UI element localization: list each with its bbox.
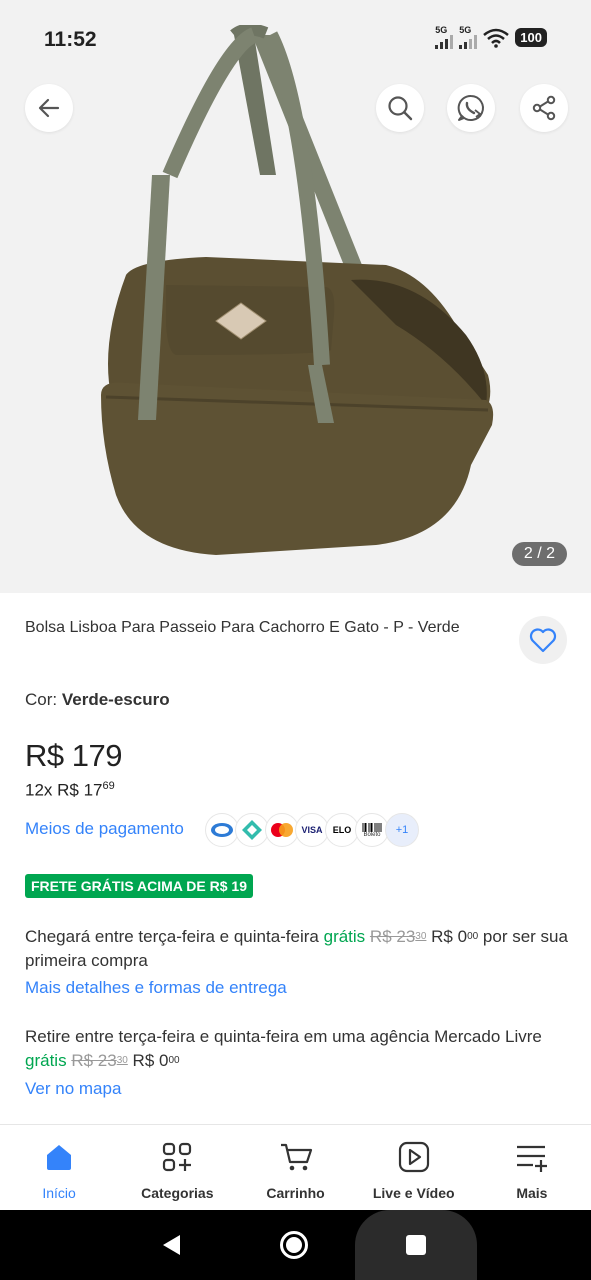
menu-plus-icon <box>514 1139 550 1175</box>
product-page: 11:52 5G 5G 100 2 / 2 Bolsa Lisboa Para … <box>0 0 591 1280</box>
cart-icon <box>278 1139 314 1175</box>
search-button[interactable] <box>376 84 424 132</box>
share-button[interactable] <box>520 84 568 132</box>
heart-icon <box>529 628 557 653</box>
map-link[interactable]: Ver no mapa <box>25 1079 121 1099</box>
more-payments-badge: +1 <box>385 813 419 847</box>
play-video-icon <box>396 1139 432 1175</box>
visa-icon: VISA <box>295 813 329 847</box>
nav-label-live-video: Live e Vídeo <box>372 1185 455 1201</box>
system-back-button[interactable] <box>150 1224 192 1266</box>
product-image <box>101 25 494 555</box>
arrow-left-icon <box>38 98 60 118</box>
boleto-icon: Boleto <box>355 813 389 847</box>
categories-icon <box>159 1139 195 1175</box>
mastercard-icon <box>265 813 299 847</box>
nav-label-home: Início <box>42 1185 76 1201</box>
nav-label-cart: Carrinho <box>266 1185 325 1201</box>
color-value: Verde-escuro <box>61 690 170 709</box>
nav-item-home[interactable]: Início <box>0 1125 118 1210</box>
delivery-details-link[interactable]: Mais detalhes e formas de entrega <box>25 978 287 998</box>
nav-label-categories: Categorias <box>141 1185 214 1201</box>
whatsapp-share-button[interactable] <box>447 84 495 132</box>
product-price: R$ 179 <box>25 738 122 773</box>
system-navigation-bar <box>0 1210 591 1280</box>
system-home-button[interactable] <box>272 1223 316 1267</box>
nav-item-more[interactable]: Mais <box>473 1125 591 1210</box>
whatsapp-icon <box>457 94 484 121</box>
nav-item-categories[interactable]: Categorias <box>118 1125 236 1210</box>
battery-icon: 100 <box>515 28 547 47</box>
triangle-back-icon <box>163 1235 180 1255</box>
system-recents-button[interactable] <box>355 1210 477 1280</box>
share-icon <box>532 95 556 121</box>
home-icon <box>41 1139 77 1175</box>
installments: 12x R$ 1769 <box>25 780 115 800</box>
bottom-navigation: Início Categorias Carrinho Live e Vídeo … <box>0 1124 591 1210</box>
elo-icon: ELO <box>325 813 359 847</box>
gallery-counter: 2 / 2 <box>511 542 567 566</box>
payment-methods-link[interactable]: Meios de pagamento <box>25 819 184 839</box>
pix-icon <box>235 813 269 847</box>
square-recents-icon <box>406 1235 426 1255</box>
back-button[interactable] <box>25 84 73 132</box>
bank-card-icon <box>205 813 239 847</box>
search-icon <box>388 96 413 121</box>
status-time: 11:52 <box>44 28 97 51</box>
color-label: Cor: <box>25 690 58 709</box>
nav-item-live-video[interactable]: Live e Vídeo <box>355 1125 473 1210</box>
product-title: Bolsa Lisboa Para Passeio Para Cachorro … <box>25 619 460 636</box>
product-image-gallery[interactable]: 11:52 5G 5G 100 2 / 2 <box>0 0 591 593</box>
color-selector[interactable]: Cor: Verde-escuro <box>25 690 170 710</box>
delivery-info: Chegará entre terça-feira e quinta-feira… <box>25 927 568 970</box>
pickup-info: Retire entre terça-feira e quinta-feira … <box>25 1027 542 1070</box>
favorite-button[interactable] <box>519 616 567 664</box>
nav-item-cart[interactable]: Carrinho <box>236 1125 354 1210</box>
circle-home-icon <box>280 1231 308 1259</box>
free-shipping-badge: FRETE GRÁTIS ACIMA DE R$ 19 <box>25 874 253 898</box>
nav-label-more: Mais <box>516 1185 548 1201</box>
payment-icons[interactable]: VISA ELO Boleto +1 <box>205 813 419 847</box>
